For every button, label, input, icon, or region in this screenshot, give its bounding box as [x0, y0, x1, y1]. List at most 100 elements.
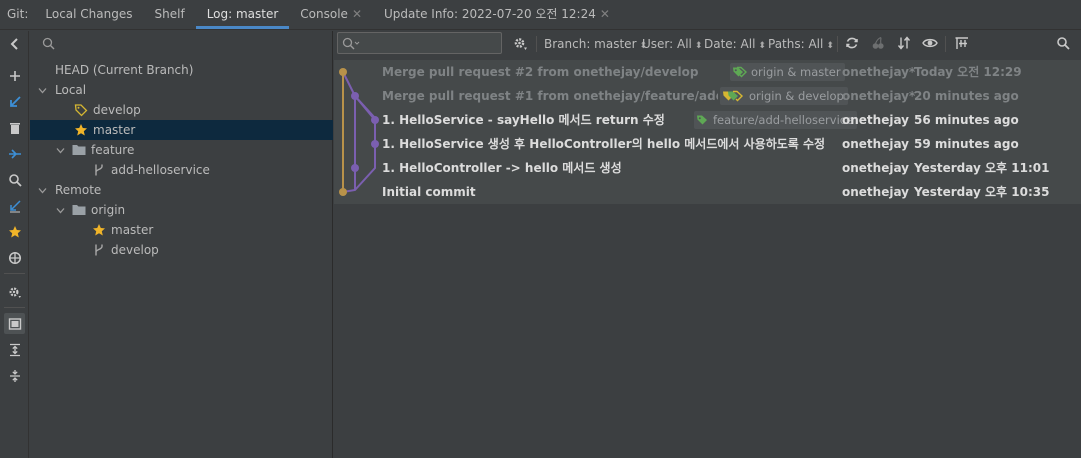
branch-label: develop [111, 243, 159, 257]
tab-shelf[interactable]: Shelf [144, 0, 196, 29]
updown-caret-icon: ⬍ [694, 41, 703, 51]
eye-icon[interactable] [921, 34, 939, 52]
branch-filter-label: Branch: master [544, 37, 637, 51]
ref-label-text: origin & develop [749, 89, 844, 103]
commit-row[interactable]: Merge pull request #1 from onethejay/fea… [334, 84, 1081, 108]
search-icon[interactable] [1054, 34, 1072, 52]
date-filter[interactable]: Date: All ⬍ [704, 35, 766, 53]
branch-search-field[interactable] [30, 31, 332, 56]
cherry-pick-icon[interactable] [869, 34, 887, 52]
commit-row[interactable]: 1. HelloService - sayHello 메서드 return 수정… [334, 108, 1081, 132]
commit-message: 1. HelloController -> hello 메서드 생성 [382, 161, 622, 175]
expand-all-icon[interactable] [4, 339, 25, 360]
fetch-icon[interactable] [4, 195, 25, 216]
tag-icon [733, 66, 748, 78]
user-filter-label: User: All [642, 37, 692, 51]
chevron-down-icon[interactable] [36, 186, 48, 195]
tab-local-changes[interactable]: Local Changes [34, 0, 143, 29]
left-toolbar [0, 31, 29, 458]
collapse-all-icon[interactable] [4, 365, 25, 386]
commit-row[interactable]: 1. HelloController -> hello 메서드 생성 oneth… [334, 156, 1081, 180]
compare-branches-icon[interactable] [4, 143, 25, 164]
branch-label: master [111, 223, 154, 237]
favorite-star-icon[interactable] [4, 221, 25, 242]
divider [945, 36, 946, 52]
log-toolbar: Branch: master ⬍ User: All ⬍ Date: All ⬍ Pa… [334, 31, 1081, 56]
branch-group-label: Remote [55, 183, 102, 197]
commit-author: onethejay* [842, 65, 916, 79]
tab-update-info[interactable]: Update Info: 2022-07-20 오전 12:24 ✕ [373, 0, 621, 29]
branch-item-develop[interactable]: develop [30, 100, 333, 120]
tool-window-tabbar: Git: Local Changes Shelf Log: master Con… [0, 0, 1081, 30]
ref-label: origin & master [730, 63, 845, 81]
folder-icon [70, 202, 88, 218]
git-label: Git: [7, 7, 29, 21]
branch-folder-feature[interactable]: feature [30, 140, 333, 160]
sort-arrows-icon[interactable] [895, 34, 913, 52]
refresh-icon[interactable] [843, 34, 861, 52]
navigate-log-icon[interactable] [4, 247, 25, 268]
paths-filter[interactable]: Paths: All ⬍ [768, 35, 834, 53]
commit-message: Merge pull request #1 from onethejay/fea… [382, 89, 718, 103]
search-icon [342, 37, 360, 49]
search-icon[interactable] [4, 169, 25, 190]
branch-folder-origin[interactable]: origin [30, 200, 333, 220]
folder-icon [70, 142, 88, 158]
branch-item-add-helloservice[interactable]: add-helloservice [30, 160, 333, 180]
branch-filter[interactable]: Branch: master ⬍ [544, 35, 647, 53]
commit-date: 59 minutes ago [914, 137, 1019, 151]
delete-branch-icon[interactable] [4, 117, 25, 138]
commit-date: 56 minutes ago [914, 113, 1019, 127]
chevron-down-icon[interactable] [54, 206, 66, 215]
tab-log-master[interactable]: Log: master [195, 0, 290, 29]
go-to-hash-icon[interactable] [953, 34, 971, 52]
chevron-down-icon[interactable] [54, 146, 66, 155]
settings-icon[interactable] [4, 281, 25, 302]
search-icon [42, 37, 55, 50]
commit-row[interactable]: Initial commit onethejay Yesterday 오후 10… [334, 180, 1081, 204]
divider [4, 307, 25, 308]
branch-label: add-helloservice [111, 163, 210, 177]
star-icon [72, 122, 90, 138]
branches-panel: HEAD (Current Branch) Local develop mast… [30, 31, 333, 458]
commit-row[interactable]: Merge pull request #2 from onethejay/dev… [334, 60, 1081, 84]
ref-label: feature/add-helloservice [694, 111, 858, 129]
update-branch-icon[interactable] [4, 91, 25, 112]
branch-item-origin-develop[interactable]: develop [30, 240, 333, 260]
branch-group-local[interactable]: Local [30, 80, 333, 100]
tab-label: Shelf [154, 7, 185, 21]
commit-author: onethejay [842, 185, 910, 199]
commit-author: onethejay* [842, 89, 916, 103]
user-filter[interactable]: User: All ⬍ [642, 35, 702, 53]
branch-group-remote[interactable]: Remote [30, 180, 333, 200]
ref-label: origin & develop [720, 87, 848, 105]
tab-console[interactable]: Console ✕ [289, 0, 373, 29]
branch-label: HEAD (Current Branch) [55, 63, 194, 77]
divider [4, 273, 25, 274]
branch-item-master[interactable]: master [30, 120, 333, 140]
date-filter-label: Date: All [704, 37, 756, 51]
settings-icon[interactable] [511, 34, 529, 52]
close-icon[interactable]: ✕ [352, 7, 362, 21]
new-branch-icon[interactable] [4, 65, 25, 86]
commit-date: Today 오전 12:29 [914, 65, 1022, 79]
tag-icon [723, 90, 744, 102]
branch-item-origin-master[interactable]: master [30, 220, 333, 240]
tab-label: Local Changes [45, 7, 133, 21]
close-icon[interactable]: ✕ [600, 7, 610, 21]
commit-row[interactable]: 1. HelloService 생성 후 HelloController의 he… [334, 132, 1081, 156]
branch-label: develop [93, 103, 141, 117]
log-search-input[interactable] [337, 32, 502, 54]
branch-icon [90, 162, 108, 178]
group-by-directory-icon[interactable] [4, 313, 25, 334]
commit-message: Initial commit [382, 185, 476, 199]
commit-author: onethejay [842, 113, 910, 127]
branch-folder-label: origin [91, 203, 126, 217]
commit-list: Merge pull request #2 from onethejay/dev… [334, 60, 1081, 204]
chevron-down-icon[interactable] [36, 86, 48, 95]
log-panel: Branch: master ⬍ User: All ⬍ Date: All ⬍ Pa… [334, 31, 1081, 458]
ref-label-text: origin & master [751, 65, 841, 79]
collapse-panel-icon[interactable] [4, 33, 25, 54]
updown-caret-icon: ⬍ [826, 41, 834, 51]
branch-head[interactable]: HEAD (Current Branch) [30, 60, 333, 80]
